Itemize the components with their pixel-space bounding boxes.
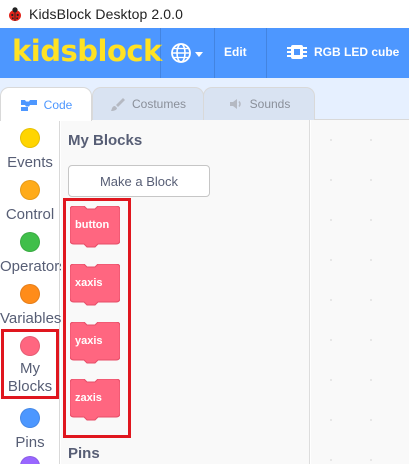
menu-divider bbox=[266, 28, 267, 78]
window-title: KidsBlock Desktop 2.0.0 bbox=[29, 6, 184, 22]
section-title-pins: Pins bbox=[68, 445, 100, 462]
tab-costumes-label: Costumes bbox=[131, 97, 187, 111]
highlight-box-my-blocks bbox=[1, 329, 59, 399]
kidsblock-logo[interactable]: kidsblock bbox=[12, 34, 162, 68]
category-next[interactable] bbox=[0, 456, 60, 464]
globe-icon bbox=[171, 43, 191, 63]
category-dot bbox=[20, 232, 40, 252]
category-pins[interactable]: Pins bbox=[0, 408, 60, 451]
tab-code-label: Code bbox=[43, 97, 73, 112]
language-menu-button[interactable] bbox=[170, 40, 210, 66]
editor-tabs: Costumes Sounds Code bbox=[0, 78, 409, 121]
category-label: Variables bbox=[0, 310, 62, 327]
tab-code[interactable]: Code bbox=[0, 87, 92, 121]
code-icon bbox=[20, 99, 37, 111]
category-variables[interactable]: Variables bbox=[0, 284, 62, 327]
ladybug-app-icon bbox=[9, 7, 21, 21]
chip-icon bbox=[287, 45, 307, 59]
category-dot bbox=[20, 408, 40, 428]
category-dot bbox=[20, 284, 40, 304]
title-bar: KidsBlock Desktop 2.0.0 bbox=[0, 0, 409, 28]
category-label: Control bbox=[5, 206, 55, 223]
category-operators[interactable]: Operators bbox=[0, 232, 67, 275]
category-control[interactable]: Control bbox=[0, 180, 60, 223]
category-label: Events bbox=[7, 154, 53, 171]
code-workspace[interactable] bbox=[311, 120, 409, 464]
device-label: RGB LED cube bbox=[314, 45, 400, 59]
section-title-my-blocks: My Blocks bbox=[68, 132, 143, 149]
menu-bar: kidsblock Edit RGB LED cube bbox=[0, 28, 409, 78]
category-events[interactable]: Events bbox=[0, 128, 60, 171]
chevron-down-icon bbox=[195, 51, 203, 57]
menu-divider bbox=[214, 28, 215, 78]
tab-sounds[interactable]: Sounds bbox=[203, 87, 315, 120]
highlight-box-custom-blocks bbox=[63, 198, 131, 438]
category-dot bbox=[20, 128, 40, 148]
brush-icon bbox=[110, 98, 125, 111]
speaker-icon bbox=[229, 99, 241, 109]
category-menu: Events Control Operators Variables My Bl… bbox=[0, 120, 67, 464]
category-dot bbox=[20, 180, 40, 200]
category-label: Operators bbox=[0, 258, 67, 275]
make-a-block-button[interactable]: Make a Block bbox=[68, 165, 210, 197]
category-dot bbox=[20, 456, 40, 464]
tab-sounds-label: Sounds bbox=[249, 97, 291, 111]
menu-divider bbox=[160, 28, 161, 78]
edit-menu-button[interactable]: Edit bbox=[224, 45, 247, 59]
device-button[interactable]: RGB LED cube bbox=[286, 42, 399, 62]
category-label: Pins bbox=[15, 434, 45, 451]
tab-costumes[interactable]: Costumes bbox=[92, 87, 204, 120]
